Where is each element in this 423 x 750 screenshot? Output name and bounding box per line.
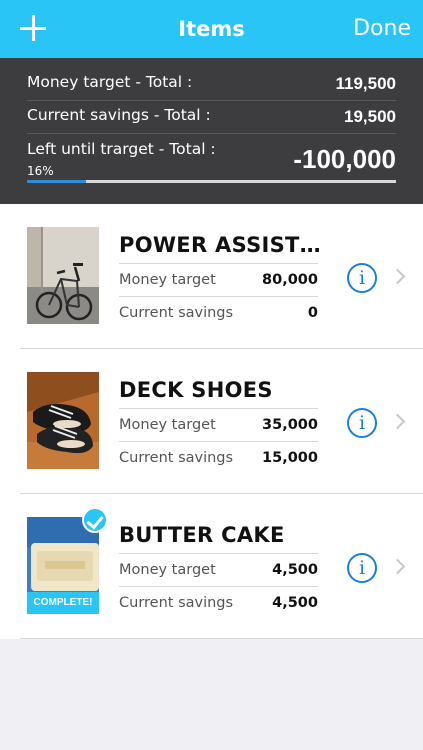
totals-summary: Money target - Total : 119,500 Current s… — [0, 58, 423, 204]
money-target-label: Money target — [119, 272, 216, 288]
divider — [119, 586, 318, 587]
money-target-value: 35,000 — [262, 417, 318, 433]
list-item[interactable]: COMPLETE! BUTTER CAKE Money target 4,500… — [0, 494, 423, 639]
item-name: BUTTER CAKE — [119, 523, 285, 547]
savings-progress-fill — [27, 180, 87, 183]
left-until-target-label: Left until trarget - Total : — [27, 140, 216, 158]
chevron-right-icon[interactable] — [389, 413, 406, 430]
current-savings-label: Current savings — [119, 305, 234, 321]
chevron-right-icon[interactable] — [389, 558, 406, 575]
left-until-target-row: Left until trarget - Total : -100,000 16… — [27, 140, 396, 190]
savings-progress-bar — [27, 180, 396, 183]
done-button[interactable]: Done — [353, 16, 411, 41]
money-target-total-label: Money target - Total : — [27, 73, 193, 91]
complete-badge: COMPLETE! — [27, 592, 99, 614]
list-item[interactable]: POWER ASSIST… Money target 80,000 Curren… — [0, 204, 423, 349]
divider — [119, 296, 318, 297]
divider — [119, 263, 318, 264]
left-until-target-value: -100,000 — [293, 144, 396, 174]
current-savings-label: Current savings — [119, 595, 234, 611]
money-target-total-value: 119,500 — [335, 74, 396, 93]
info-icon[interactable]: i — [347, 553, 377, 583]
items-list: POWER ASSIST… Money target 80,000 Curren… — [0, 204, 423, 639]
money-target-value: 80,000 — [262, 272, 318, 288]
current-savings-value: 15,000 — [262, 450, 318, 466]
divider — [119, 441, 318, 442]
current-savings-value: 4,500 — [272, 595, 318, 611]
shoes-thumbnail — [27, 372, 99, 469]
money-target-label: Money target — [119, 562, 216, 578]
item-name: POWER ASSIST… — [119, 233, 321, 257]
nav-bar: Items Done — [0, 0, 423, 58]
list-item[interactable]: DECK SHOES Money target 35,000 Current s… — [0, 349, 423, 494]
divider — [119, 408, 318, 409]
current-savings-value: 0 — [307, 305, 318, 321]
money-target-label: Money target — [119, 417, 216, 433]
item-name: DECK SHOES — [119, 378, 273, 402]
bicycle-thumbnail — [27, 227, 99, 324]
current-savings-total-row: Current savings - Total : 19,500 — [27, 106, 396, 134]
money-target-total-row: Money target - Total : 119,500 — [27, 73, 396, 101]
row-separator — [20, 638, 423, 639]
current-savings-total-value: 19,500 — [344, 107, 396, 126]
info-icon[interactable]: i — [347, 263, 377, 293]
progress-percent: 16% — [27, 164, 54, 178]
current-savings-label: Current savings — [119, 450, 234, 466]
divider — [119, 553, 318, 554]
info-icon[interactable]: i — [347, 408, 377, 438]
money-target-value: 4,500 — [272, 562, 318, 578]
chevron-right-icon[interactable] — [389, 268, 406, 285]
current-savings-total-label: Current savings - Total : — [27, 106, 211, 124]
checkmark-icon — [82, 507, 108, 533]
